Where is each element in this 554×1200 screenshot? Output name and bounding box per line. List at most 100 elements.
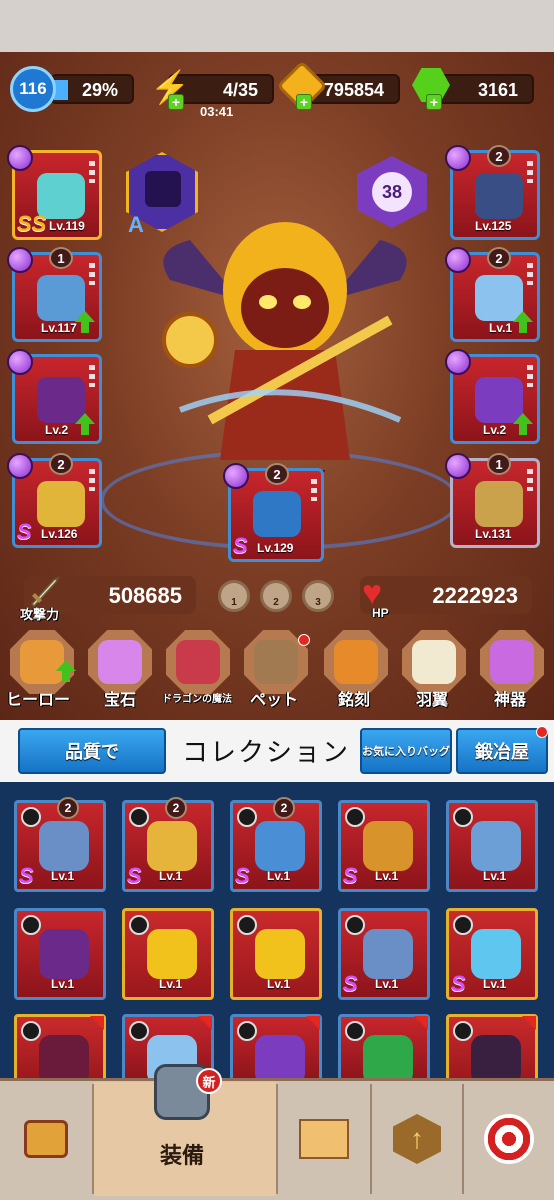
gem-add-icon[interactable]: + [426, 94, 442, 110]
item-level: Lv.1 [159, 869, 183, 883]
collection-item[interactable]: S Lv.1 [338, 800, 430, 892]
star-pips [527, 161, 533, 183]
collection-item[interactable]: S Lv.1 [338, 908, 430, 1000]
purple-gem-icon [445, 349, 471, 375]
favorites-bag-button[interactable]: お気に入りバッグ [360, 728, 452, 774]
pet-type-icon [237, 1021, 257, 1041]
hero-character[interactable] [150, 190, 420, 500]
nav-label-equipment: 装備 [160, 1143, 205, 1168]
dragon-head-icon [176, 640, 220, 684]
ring-type-icon [129, 807, 149, 827]
item-level: Lv.1 [267, 977, 291, 991]
item-level: Lv.1 [483, 977, 507, 991]
armor-type-icon [345, 915, 365, 935]
sort-by-quality-button[interactable]: 品質で [18, 728, 166, 774]
star-pips [311, 479, 317, 501]
attack-label: 攻撃力 [20, 607, 60, 622]
item-count: 2 [273, 797, 295, 819]
equip-slot-dragon[interactable]: 2 Lv.1 [445, 247, 540, 342]
equip-slot-armor[interactable]: 2 Lv.125 [445, 145, 540, 240]
bull-helmet-icon [471, 821, 521, 871]
grade-label: S [19, 863, 34, 888]
nav-tab-map[interactable] [278, 1082, 370, 1196]
nav-tab-target[interactable] [464, 1082, 554, 1196]
heart-icon: ♥ [362, 574, 383, 612]
necklace-type-icon [453, 915, 473, 935]
wings-icon [412, 640, 456, 684]
collection-item[interactable]: 2 S Lv.1 [230, 797, 322, 892]
collection-item[interactable] [338, 1014, 430, 1085]
collection-item[interactable]: Lv.1 [446, 800, 538, 892]
item-level: Lv.1 [483, 869, 507, 883]
notification-dot [298, 634, 310, 646]
new-badge: 新 [196, 1068, 222, 1094]
menu-label-wings: 羽翼 [416, 692, 449, 709]
armor-type-icon [21, 807, 41, 827]
armor-icon [475, 173, 523, 219]
nav-tab-shop[interactable] [0, 1082, 92, 1196]
purple-gem-icon [445, 247, 471, 273]
amulet-icon [255, 821, 305, 871]
energy-add-icon[interactable]: + [168, 94, 184, 110]
ring-icon [147, 821, 197, 871]
book-type-icon [345, 1021, 365, 1041]
collection-item[interactable]: 2 S Lv.1 [14, 797, 106, 892]
menu-label-gems: 宝石 [104, 692, 137, 709]
collection-item[interactable]: 2 S Lv.1 [122, 797, 214, 892]
slot-level: Lv.2 [483, 423, 507, 437]
equip-slot-book[interactable]: 2 S Lv.129 [223, 463, 324, 562]
equip-slot-helmet[interactable]: 1 Lv.117 [7, 247, 102, 342]
equip-slot-ring[interactable]: 2 S Lv.126 [7, 453, 102, 548]
grade-label: S [235, 863, 250, 888]
pet-type-icon [21, 915, 41, 935]
dragon-icon [475, 275, 523, 321]
grade-label: S [343, 863, 358, 888]
blacksmith-button[interactable]: 鍛冶屋 [456, 728, 548, 774]
menu-label-inscription: 銘刻 [338, 692, 371, 709]
grade-label: S [127, 863, 142, 888]
item-level: Lv.1 [51, 977, 75, 991]
preset-button-3[interactable]: 3 [302, 580, 334, 612]
star-pips [89, 469, 95, 491]
preset-button-2[interactable]: 2 [260, 580, 292, 612]
slot-count: 2 [487, 247, 511, 269]
gold-add-icon[interactable]: + [296, 94, 312, 110]
hero-portrait-icon [20, 640, 64, 684]
slot-level: Lv.2 [45, 423, 69, 437]
preset-button-1[interactable]: 1 [218, 580, 250, 612]
gem-value: 3161 [477, 80, 518, 100]
grade-label: SS [17, 211, 47, 236]
status-bar [0, 0, 554, 52]
energy-timer: 03:41 [200, 104, 234, 119]
collection-item[interactable]: Lv.1 [230, 908, 322, 1000]
collection-item[interactable] [230, 1014, 322, 1085]
equip-slot-amulet[interactable]: 1 Lv.131 [445, 453, 540, 548]
ring-icon [363, 821, 413, 871]
notification-dot [536, 726, 548, 738]
collection-item[interactable]: S Lv.1 [446, 908, 538, 1000]
slot-level: Lv.1 [489, 321, 513, 335]
collection-item[interactable]: Lv.1 [14, 908, 106, 1000]
nav-tab-upgrade[interactable]: ↑ [372, 1082, 462, 1196]
equip-slot-pumpkin[interactable]: Lv.2 [445, 349, 540, 444]
attack-value: 508685 [108, 583, 182, 608]
equip-slot-bat[interactable]: Lv.2 [7, 349, 102, 444]
star-pips [89, 263, 95, 285]
equip-slot-weapon[interactable]: SS Lv.119 [7, 145, 102, 240]
bull-helmet-icon [37, 275, 85, 321]
ring-icon [37, 481, 85, 527]
collection-item[interactable]: Lv.1 [122, 908, 214, 1000]
purple-gem-icon [445, 145, 471, 171]
weapon-type-icon [21, 1021, 41, 1041]
bracelet-icon [255, 929, 305, 979]
item-count: 2 [165, 797, 187, 819]
bracelet-type-icon [129, 915, 149, 935]
collection-item[interactable] [14, 1014, 106, 1085]
bat-wing-icon [39, 929, 89, 979]
player-level-badge[interactable]: 116 [10, 66, 56, 112]
slot-level: Lv.125 [475, 219, 512, 233]
collection-item[interactable] [446, 1014, 538, 1085]
hp-value: 2222923 [432, 583, 518, 608]
spellbook-icon [253, 491, 301, 537]
sword-icon [30, 576, 60, 608]
